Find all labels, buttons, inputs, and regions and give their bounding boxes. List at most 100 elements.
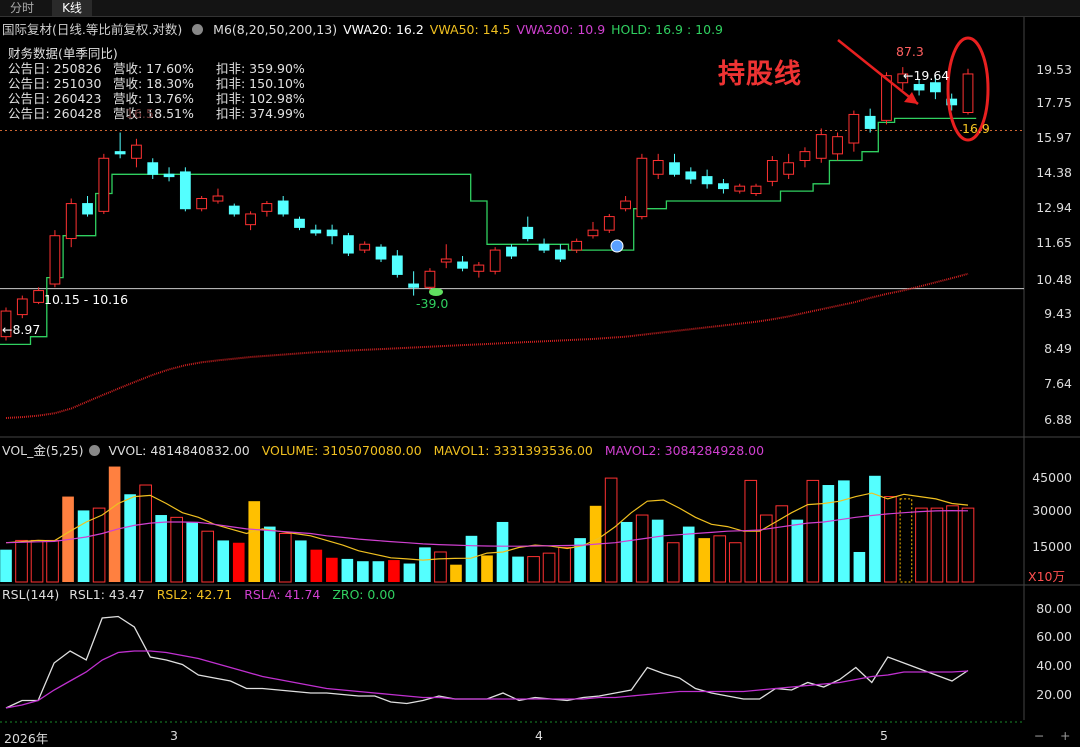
volume-bar [434, 551, 447, 583]
candle [913, 84, 925, 91]
candle [750, 185, 762, 195]
candle [131, 144, 142, 159]
candle [669, 162, 680, 175]
volume-bar [635, 514, 649, 583]
candle [98, 157, 110, 212]
volume-tick: 30000 [1032, 503, 1072, 518]
candle [440, 258, 452, 263]
volume-tick: 45000 [1032, 470, 1072, 485]
candle [538, 243, 550, 251]
candle [962, 73, 974, 113]
volume-name: VOL_金(5,25) [2, 443, 84, 458]
top-value-label: 87.3 [896, 44, 924, 59]
candle [457, 261, 468, 269]
candle [832, 136, 843, 155]
candle [929, 82, 941, 93]
volume-bar [232, 542, 245, 582]
volume-bar [465, 535, 478, 582]
high-mark-label: ←19.64 [903, 68, 950, 83]
volume-bar [217, 540, 230, 582]
price-tick: 14.38 [1036, 165, 1072, 180]
volume-bar [899, 498, 913, 583]
volume-bar [791, 519, 804, 582]
zro-value: ZRO: 0.00 [332, 587, 396, 602]
candle [310, 229, 322, 234]
price-tick: 17.75 [1036, 95, 1072, 110]
candle [766, 160, 778, 182]
candle [685, 171, 697, 180]
candle [114, 151, 126, 155]
candle [49, 235, 61, 285]
volume-bar [46, 539, 59, 583]
volume-bar [713, 535, 727, 583]
bottom-value-label: -39.0 [416, 296, 449, 311]
candle [489, 249, 501, 272]
volume-bar [450, 564, 462, 582]
price-tick: 9.43 [1044, 306, 1072, 321]
volume-bar [201, 530, 215, 583]
candle [783, 162, 795, 175]
volume-bar [263, 526, 276, 582]
rsla-value: RSLA: 41.74 [244, 587, 321, 602]
candle [391, 255, 403, 275]
candle [815, 134, 827, 159]
kline-chart[interactable] [0, 0, 1080, 746]
volume-bar [294, 540, 307, 582]
range-label: 10.15 - 10.16 [44, 292, 129, 307]
x-label-april: 4 [535, 728, 543, 743]
volume-bar [838, 480, 850, 582]
volume-bar [542, 552, 556, 583]
candle [636, 157, 648, 218]
candle [701, 176, 713, 185]
candle [261, 203, 273, 212]
volume-bar [806, 479, 820, 583]
volume-bar [666, 542, 680, 583]
rsl1-value: RSL1: 43.47 [69, 587, 145, 602]
candle [864, 115, 876, 129]
volume-bar [248, 501, 261, 582]
candle [82, 203, 93, 215]
x-label-year: 2026年 [4, 731, 49, 746]
volume-bar [419, 547, 431, 582]
candle [620, 200, 631, 210]
price-tick: 6.88 [1044, 412, 1072, 427]
price-tick: 8.49 [1044, 341, 1072, 356]
volume-bar [326, 557, 338, 582]
volume-bar [0, 549, 12, 582]
volume-bar [357, 561, 369, 582]
bottom-marker-icon [429, 288, 443, 296]
rsl1-line [5, 615, 969, 709]
volume-bar [310, 549, 323, 582]
volume-bar [946, 505, 959, 583]
candle [179, 171, 191, 210]
price-tick: 15.97 [1036, 130, 1072, 145]
rsl2-line [5, 650, 969, 709]
volume-bar [869, 475, 881, 582]
mavol1-value: MAVOL1: 3331393536.00 [433, 443, 593, 458]
volume-settings-icon[interactable] [89, 445, 101, 456]
volume-bar [481, 555, 493, 582]
volume-bar [170, 516, 183, 583]
zoom-in-icon[interactable]: + [1060, 728, 1070, 743]
rsl-tick: 60.00 [1036, 629, 1072, 644]
candle [652, 160, 664, 175]
candle [473, 264, 485, 272]
volume-bar [698, 538, 711, 582]
candle [212, 195, 224, 202]
rsl-name: RSL(144) [2, 587, 60, 602]
volume-bar [822, 485, 835, 582]
volume-bar [961, 507, 975, 583]
volume-bar [620, 521, 633, 582]
volume-bar [853, 551, 866, 582]
candle [163, 173, 175, 178]
volume-bar [775, 505, 789, 583]
volume-bar [139, 484, 152, 583]
volume-bar [403, 563, 416, 582]
candle [522, 226, 534, 240]
volume-bar [155, 515, 167, 582]
volume-bar [278, 533, 292, 583]
price-tick: 19.53 [1036, 62, 1072, 77]
candle [408, 283, 420, 288]
zoom-out-icon[interactable]: − [1034, 728, 1044, 743]
candle [359, 243, 371, 251]
